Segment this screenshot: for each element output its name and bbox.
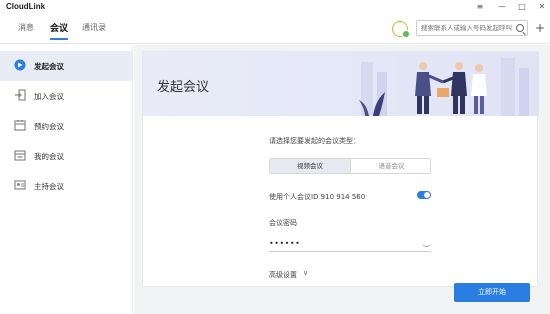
sidebar-item-start-meeting[interactable]: 发起会议 — [0, 51, 133, 81]
chevron-down-icon[interactable]: ∨ — [303, 269, 308, 277]
main-panel: 发起会议 请选择您要发起的会议类型： 视频会议 语音会议 使用个人会议ID 91… — [134, 45, 550, 314]
add-icon[interactable]: + — [534, 22, 546, 34]
tab-contacts[interactable]: 通讯录 — [82, 22, 106, 33]
sidebar-item-schedule-meeting[interactable]: 预约会议 — [0, 111, 133, 141]
title-bar: CloudLink ≡ — □ ✕ — [0, 0, 550, 14]
password-value: •••••• — [269, 239, 301, 248]
page-title: 发起会议 — [157, 80, 210, 95]
search-input[interactable] — [417, 21, 517, 35]
sidebar-item-label: 主持会议 — [34, 182, 64, 191]
video-meeting-option[interactable]: 视频会议 — [270, 159, 351, 173]
personal-meeting-id-toggle[interactable] — [417, 191, 431, 199]
close-icon[interactable]: ✕ — [536, 1, 548, 12]
business-people-illustration — [359, 58, 529, 116]
eye-closed-icon[interactable] — [422, 242, 431, 247]
audio-meeting-option[interactable]: 语音会议 — [351, 159, 430, 173]
search-icon[interactable] — [516, 24, 524, 32]
sidebar-item-join-meeting[interactable]: 加入会议 — [0, 81, 133, 111]
search-field[interactable] — [416, 20, 528, 36]
join-icon — [15, 89, 26, 101]
tab-messages[interactable]: 消息 — [18, 22, 34, 33]
sidebar-item-my-meetings[interactable]: 我的会议 — [0, 141, 133, 171]
meeting-type-prompt: 请选择您要发起的会议类型： — [269, 137, 360, 145]
menu-icon[interactable]: ≡ — [474, 1, 486, 12]
sidebar-item-host-meeting[interactable]: 主持会议 — [0, 171, 133, 201]
active-tab-indicator — [50, 38, 68, 40]
sidebar-item-label: 我的会议 — [34, 152, 64, 161]
meeting-password-field[interactable]: •••••• — [269, 238, 431, 252]
status-avatar-icon[interactable] — [392, 21, 410, 38]
app-title: CloudLink — [6, 2, 46, 11]
calendar-list-icon — [14, 150, 26, 161]
advanced-settings-link[interactable]: 高级设置 — [269, 270, 297, 280]
start-meeting-card: 发起会议 请选择您要发起的会议类型： 视频会议 语音会议 使用个人会议ID 91… — [142, 51, 539, 287]
minimize-icon[interactable]: — — [496, 1, 508, 12]
banner: 发起会议 — [143, 52, 539, 116]
maximize-icon[interactable]: □ — [516, 1, 528, 12]
meeting-password-label: 会议密码 — [269, 219, 297, 227]
meeting-start-icon — [14, 59, 26, 71]
sidebar: 发起会议 加入会议 预约会议 我的会议 主持会议 — [0, 45, 133, 314]
sidebar-item-label: 预约会议 — [34, 122, 64, 131]
tab-meetings[interactable]: 会议 — [50, 21, 68, 34]
host-icon — [14, 180, 26, 190]
calendar-icon — [14, 120, 26, 131]
personal-meeting-id-label: 使用个人会议ID 910 914 560 — [269, 193, 366, 201]
sidebar-item-label: 加入会议 — [34, 92, 64, 101]
start-now-button[interactable]: 立即开始 — [454, 283, 530, 302]
meeting-type-toggle: 视频会议 语音会议 — [269, 158, 431, 174]
sidebar-item-label: 发起会议 — [34, 62, 64, 71]
